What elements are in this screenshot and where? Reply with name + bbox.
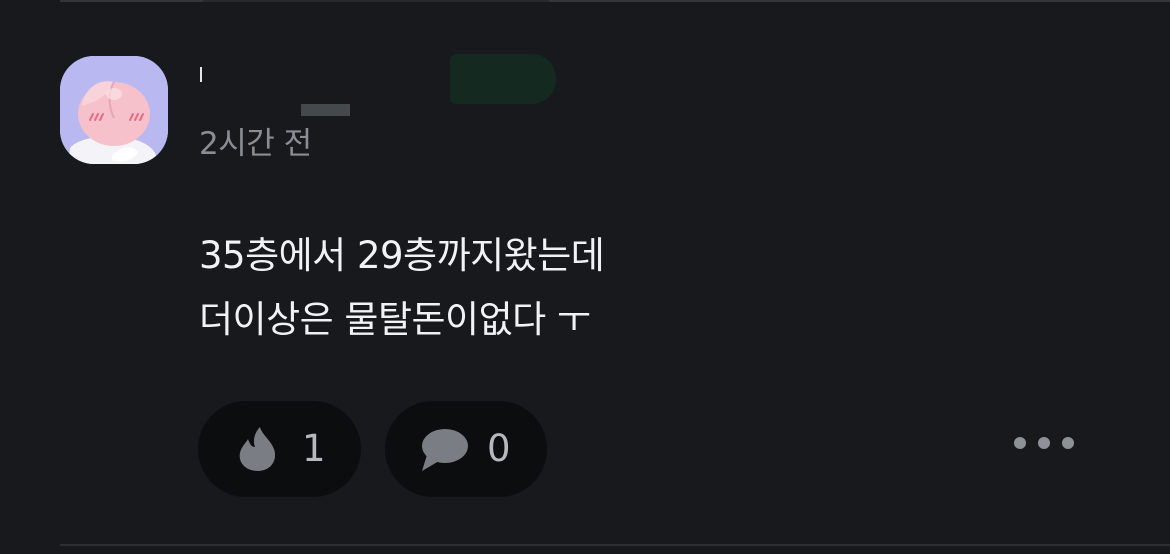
post-content: 35층에서 29층까지왔는데 더이상은 물탈돈이없다 ㅜ: [199, 224, 605, 352]
like-button[interactable]: 1: [198, 401, 361, 497]
more-options-button[interactable]: [1014, 432, 1074, 454]
more-dots-icon: [1014, 437, 1026, 449]
speech-bubble-icon: [419, 427, 469, 477]
top-divider: [60, 0, 1170, 2]
fire-icon: [238, 425, 278, 475]
post-timestamp: 2시간 전: [199, 126, 312, 162]
content-line-1: 35층에서 29층까지왔는데: [199, 234, 605, 277]
bottom-divider: [60, 544, 1170, 546]
avatar[interactable]: [60, 56, 168, 164]
author-name[interactable]: [200, 67, 202, 82]
peach-character-icon: [60, 56, 168, 164]
author-meta-redacted: [301, 104, 350, 116]
comment-button[interactable]: 0: [385, 401, 547, 497]
content-line-2: 더이상은 물탈돈이없다 ㅜ: [199, 298, 591, 341]
like-count: 1: [302, 427, 326, 470]
author-badge-redacted: [450, 54, 556, 104]
comment-count: 0: [487, 427, 511, 470]
